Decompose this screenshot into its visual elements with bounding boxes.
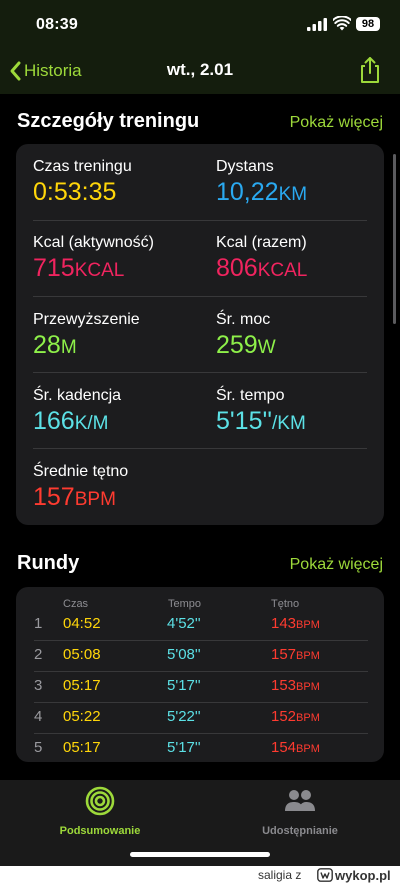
battery-icon: 98 (356, 17, 380, 31)
home-indicator[interactable] (130, 852, 270, 857)
divider (33, 448, 367, 449)
stat-label: Śr. kadencja (33, 387, 122, 404)
tab-summary[interactable]: Podsumowanie (0, 786, 200, 837)
round-time: 05:08 (63, 646, 101, 663)
round-row: 2 05:08 5'08'' 157bpm (34, 641, 368, 672)
round-number: 4 (34, 708, 43, 725)
stat-value: 715kcal (33, 254, 125, 282)
signal-icon (307, 18, 327, 31)
workout-details-screen: 08:39 98 Historia wt., 2.01 Szczegóły tr… (0, 0, 400, 866)
stat-workout-time: Czas treningu 0:53:35 (33, 158, 132, 205)
tab-bar: Podsumowanie Udostępnianie (0, 780, 400, 866)
stat-label: Kcal (razem) (216, 234, 307, 251)
tab-label: Podsumowanie (59, 825, 141, 837)
round-heart-rate: 153bpm (271, 677, 320, 694)
round-heart-rate: 143bpm (271, 615, 320, 632)
rounds-header-hr: Tętno (271, 598, 300, 610)
divider (33, 296, 367, 297)
stat-elevation: Przewyższenie 28m (33, 311, 140, 358)
divider (33, 220, 367, 221)
stat-avg-cadence: Śr. kadencja 166k/m (33, 387, 121, 434)
stat-avg-pace: Śr. tempo 5'15''/km (216, 387, 306, 434)
stat-label: Czas treningu (33, 158, 132, 175)
rounds-show-more-link[interactable]: Pokaż więcej (290, 556, 383, 574)
rounds-header-time: Czas (63, 598, 89, 610)
wykop-logo-icon (317, 868, 333, 882)
watermark-footer: saligia z wykop.pl (0, 866, 400, 885)
people-icon (285, 790, 315, 811)
share-icon[interactable] (356, 55, 384, 85)
stat-value: 157bpm (33, 483, 116, 511)
status-time: 08:39 (36, 16, 78, 33)
stat-label: Przewyższenie (33, 311, 140, 328)
stat-avg-heart-rate: Średnie tętno 157bpm (33, 463, 128, 510)
round-row: 3 05:17 5'17'' 153bpm (34, 672, 368, 703)
footer-brand: wykop.pl (335, 867, 391, 883)
activity-rings-icon (85, 786, 115, 816)
nav-bar: Historia wt., 2.01 (0, 50, 400, 94)
round-row: 5 05:17 5'17'' 154bpm (34, 734, 368, 765)
stat-label: Śr. tempo (216, 387, 285, 404)
tab-label: Udostępnianie (262, 825, 338, 837)
scroll-indicator[interactable] (393, 154, 396, 324)
workout-details-card: Czas treningu 0:53:35 Dystans 10,22km Kc… (16, 144, 384, 525)
round-pace: 5'22'' (167, 708, 201, 725)
stat-label: Średnie tętno (33, 463, 129, 480)
round-pace: 4'52'' (167, 615, 201, 632)
round-pace: 5'17'' (167, 739, 201, 756)
stat-value: 28m (33, 331, 77, 359)
round-number: 3 (34, 677, 43, 694)
top-bar: 08:39 98 Historia wt., 2.01 (0, 0, 400, 94)
stat-value: 10,22km (216, 178, 308, 206)
round-time: 05:22 (63, 708, 101, 725)
round-number: 1 (34, 615, 43, 632)
stat-avg-power: Śr. moc 259w (216, 311, 276, 358)
stat-label: Kcal (aktywność) (33, 234, 154, 251)
round-heart-rate: 152bpm (271, 708, 320, 725)
wykop-logo: wykop.pl (317, 867, 391, 883)
rounds-section-title: Rundy (17, 552, 80, 574)
round-number: 5 (34, 739, 43, 756)
tab-sharing[interactable]: Udostępnianie (200, 786, 400, 837)
round-row: 1 04:52 4'52'' 143bpm (34, 610, 368, 641)
stat-active-kcal: Kcal (aktywność) 715kcal (33, 234, 154, 281)
divider (33, 372, 367, 373)
footer-user: saligia z (258, 868, 302, 882)
status-bar: 08:39 98 (0, 0, 400, 50)
stat-distance: Dystans 10,22km (216, 158, 307, 205)
details-section-title: Szczegóły treningu (17, 110, 200, 132)
page-title: wt., 2.01 (166, 60, 234, 79)
round-pace: 5'17'' (167, 677, 201, 694)
stat-value: 166k/m (33, 407, 109, 435)
rounds-header-pace: Tempo (168, 598, 202, 610)
wifi-icon (333, 16, 351, 31)
stat-value: 806kcal (216, 254, 308, 282)
stat-value: 5'15''/km (216, 407, 306, 435)
stat-value: 0:53:35 (33, 178, 117, 206)
round-heart-rate: 154bpm (271, 739, 320, 756)
round-time: 05:17 (63, 739, 101, 756)
round-row: 4 05:22 5'22'' 152bpm (34, 703, 368, 734)
round-heart-rate: 157bpm (271, 646, 320, 663)
round-pace: 5'08'' (167, 646, 201, 663)
stat-total-kcal: Kcal (razem) 806kcal (216, 234, 307, 281)
stat-value: 259w (216, 331, 276, 359)
round-time: 05:17 (63, 677, 101, 694)
stat-label: Śr. moc (216, 311, 271, 328)
round-number: 2 (34, 646, 43, 663)
round-time: 04:52 (63, 615, 101, 632)
stat-label: Dystans (216, 158, 274, 175)
details-show-more-link[interactable]: Pokaż więcej (290, 114, 383, 132)
